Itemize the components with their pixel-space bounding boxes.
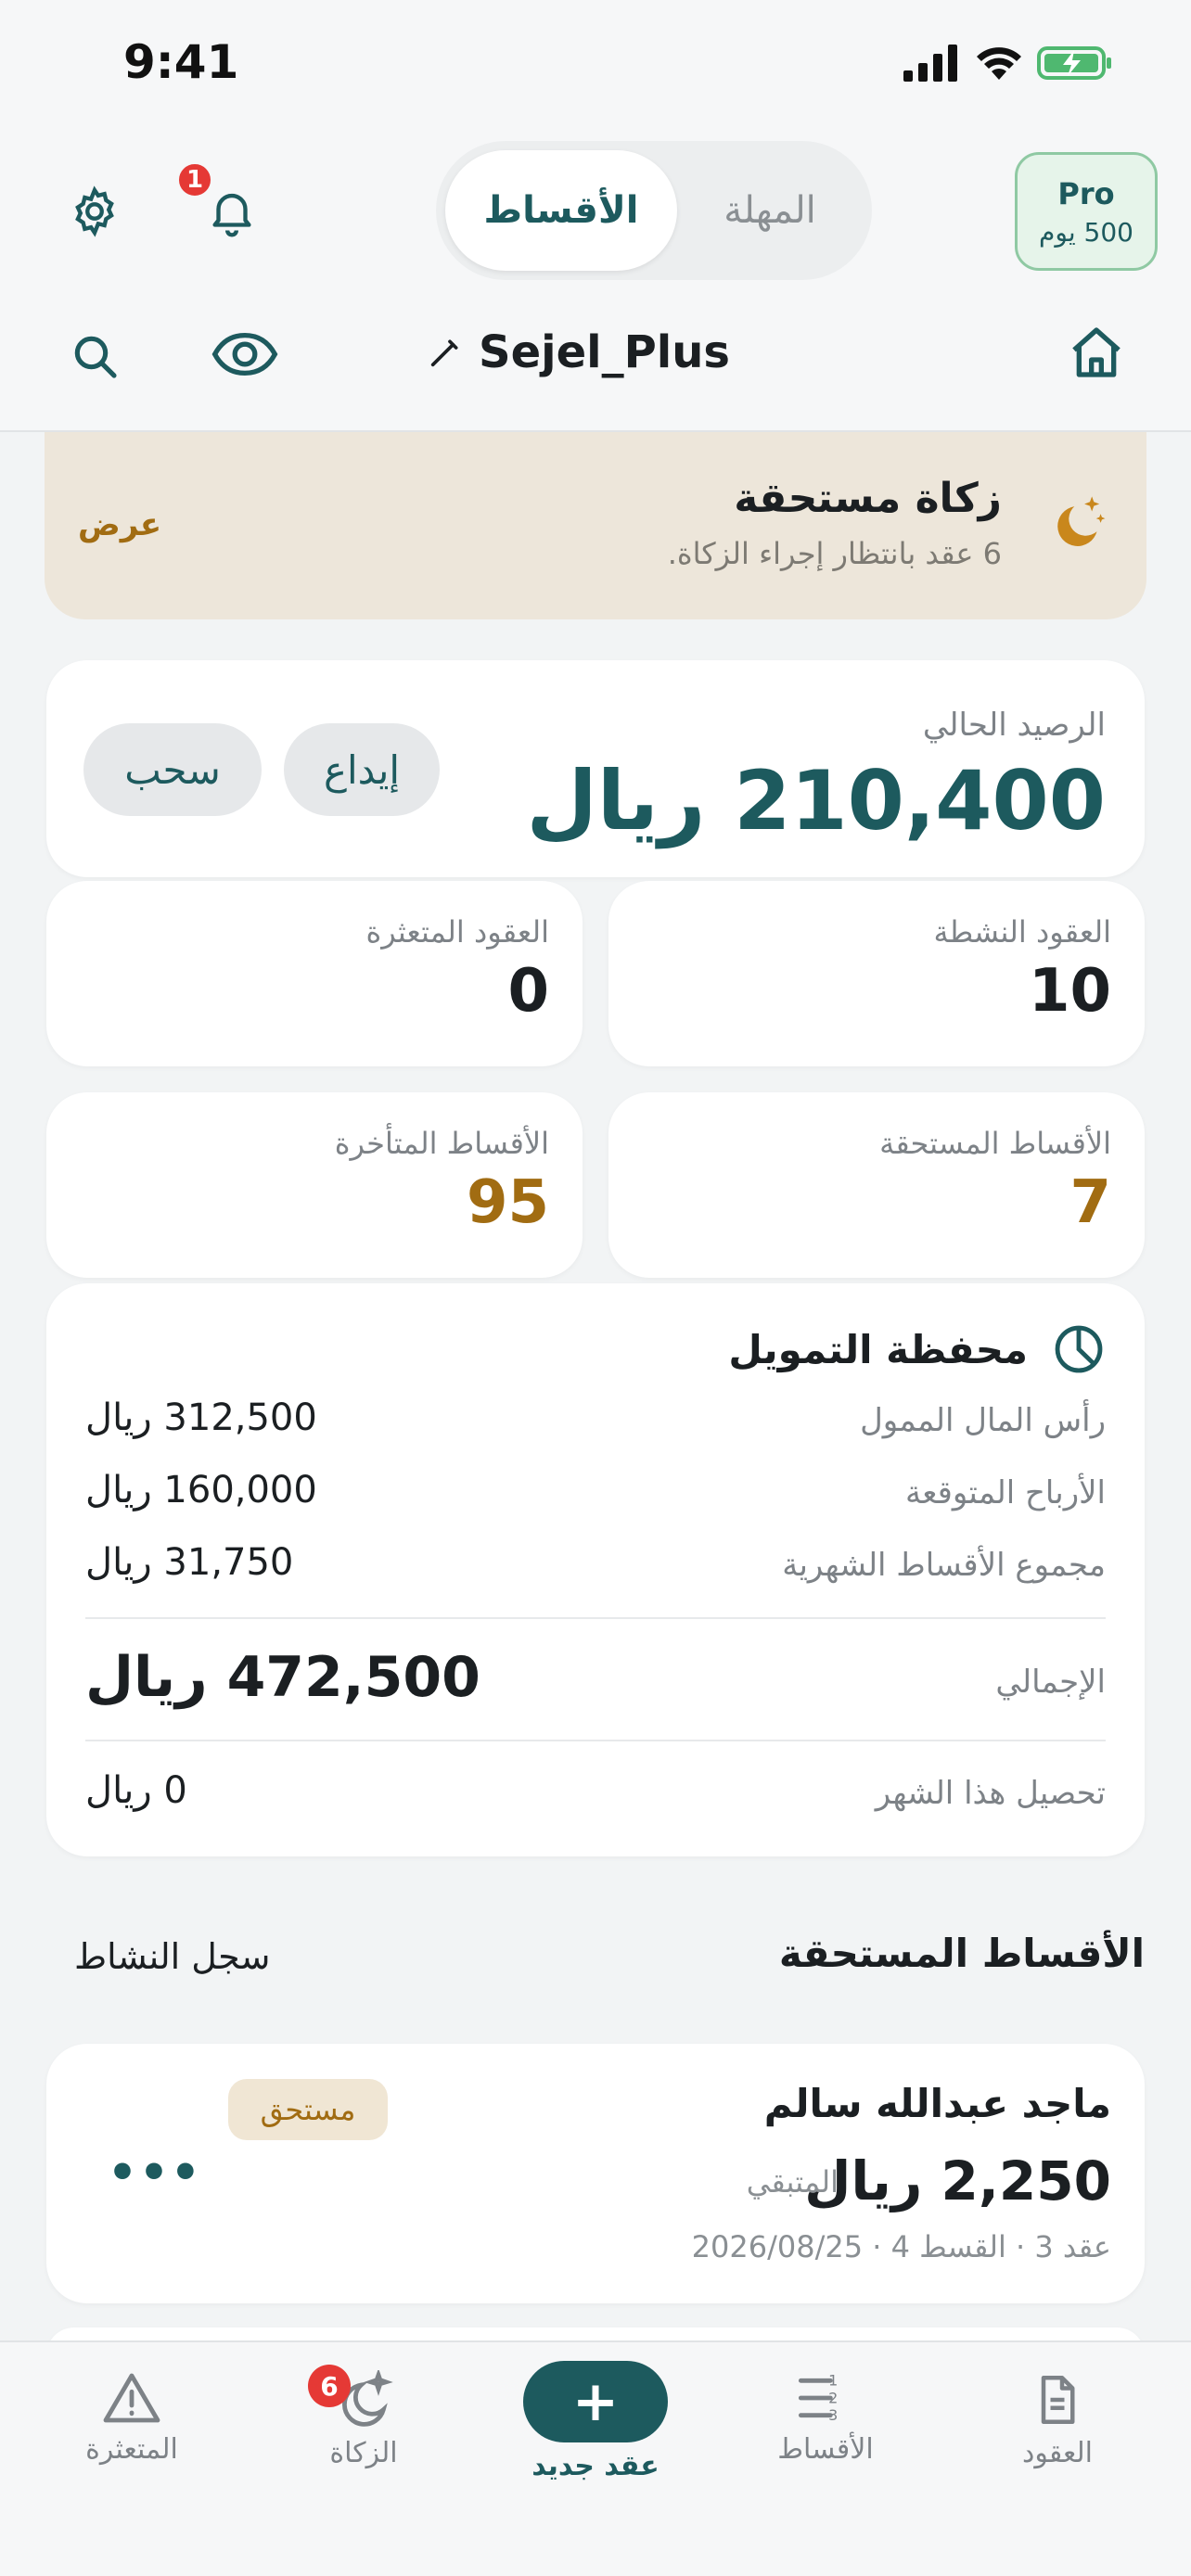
pie-chart-icon xyxy=(1055,1325,1103,1373)
withdraw-button[interactable]: سحب xyxy=(83,723,262,816)
installment-amount: 2,250 ريال xyxy=(804,2149,1111,2213)
tab-new-contract[interactable]: + عقد جديد xyxy=(503,2352,688,2482)
zakat-banner[interactable]: زكاة مستحقة 6 عقد بانتظار إجراء الزكاة. … xyxy=(45,432,1146,619)
portfolio-card: محفظة التمويل رأس المال الممول 312,500 ر… xyxy=(46,1283,1145,1856)
deposit-button[interactable]: إيداع xyxy=(284,723,440,816)
svg-text:3: 3 xyxy=(828,2406,838,2424)
portfolio-header: محفظة التمويل xyxy=(728,1322,1106,1376)
divider xyxy=(85,1740,1106,1741)
mode-switch: الأقساط المهلة xyxy=(436,141,872,280)
status-badge: مستحق xyxy=(228,2079,388,2140)
status-time: 9:41 xyxy=(123,35,239,89)
late-installments-value: 95 xyxy=(466,1168,549,1237)
installment-meta: عقد 3 · القسط 4 · 2026/08/25 xyxy=(691,2229,1111,2264)
notification-badge: 1 xyxy=(176,161,213,198)
signal-icon xyxy=(903,45,957,82)
plus-icon[interactable]: + xyxy=(523,2361,668,2442)
due-installments-card[interactable]: الأقساط المستحقة 7 xyxy=(608,1092,1145,1278)
home-button[interactable] xyxy=(1065,321,1128,384)
monthly-installments-label: مجموع الأقساط الشهرية xyxy=(782,1547,1106,1584)
more-options-button[interactable]: ••• xyxy=(108,2146,202,2200)
notifications-button[interactable] xyxy=(202,182,262,241)
due-installments-value: 7 xyxy=(1069,1168,1111,1237)
month-collection-label: تحصيل هذا الشهر xyxy=(875,1775,1106,1812)
tab-grace[interactable]: المهلة xyxy=(677,150,863,271)
search-icon xyxy=(74,336,117,378)
remaining-label: المتبقي xyxy=(746,2164,839,2200)
gear-icon xyxy=(75,185,114,237)
tab-bar: العقود 1 2 3 الأقساط + عقد جديد الزكاة 6… xyxy=(0,2340,1191,2576)
warning-icon xyxy=(103,2373,160,2423)
client-name: ماجد عبدالله سالم xyxy=(763,2081,1111,2126)
tab-contracts[interactable]: العقود xyxy=(965,2370,1150,2469)
pro-days: 500 يوم xyxy=(1039,216,1133,248)
moon-star-icon xyxy=(1057,496,1106,546)
monthly-installments-value: 31,750 ريال xyxy=(85,1541,294,1584)
settings-button[interactable] xyxy=(65,182,124,241)
funded-capital-label: رأس المال الممول xyxy=(860,1402,1106,1439)
svg-text:2: 2 xyxy=(828,2389,838,2406)
late-installments-card[interactable]: الأقساط المتأخرة 95 xyxy=(46,1092,583,1278)
total-label: الإجمالي xyxy=(995,1664,1106,1701)
svg-text:1: 1 xyxy=(828,2372,838,2390)
eye-icon xyxy=(211,332,278,376)
portfolio-title: محفظة التمويل xyxy=(728,1326,1028,1372)
home-icon xyxy=(1072,327,1121,377)
due-section-title: الأقساط المستحقة xyxy=(778,1931,1145,1976)
wifi-icon xyxy=(977,47,1021,80)
bell-icon xyxy=(212,193,251,237)
tab-defaulted-label: المتعثرة xyxy=(85,2433,178,2466)
tab-zakat-label: الزكاة xyxy=(329,2437,398,2469)
tab-installments-nav[interactable]: 1 2 3 الأقساط xyxy=(733,2370,918,2466)
tab-new-contract-label: عقد جديد xyxy=(531,2450,660,2482)
pro-badge[interactable]: Pro 500 يوم xyxy=(1015,152,1158,271)
active-contracts-label: العقود النشطة xyxy=(933,914,1111,950)
toggle-visibility-button[interactable] xyxy=(210,325,280,384)
zakat-subtitle: 6 عقد بانتظار إجراء الزكاة. xyxy=(667,536,1002,571)
pro-title: Pro xyxy=(1057,175,1115,211)
divider xyxy=(85,1617,1106,1619)
tab-contracts-label: العقود xyxy=(1022,2437,1093,2469)
balance-card: الرصيد الحالي 210,400 ريال إيداع سحب xyxy=(46,660,1145,877)
username-edit[interactable]: Sejel_Plus xyxy=(427,326,730,378)
tab-installments[interactable]: الأقساط xyxy=(445,150,677,271)
tab-zakat[interactable]: الزكاة xyxy=(271,2370,456,2469)
funded-capital-value: 312,500 ريال xyxy=(85,1396,317,1439)
due-installments-label: الأقساط المستحقة xyxy=(879,1126,1111,1161)
zakat-badge: 6 xyxy=(308,2365,351,2407)
tab-defaulted[interactable]: المتعثرة xyxy=(39,2370,224,2466)
defaulted-contracts-value: 0 xyxy=(507,957,549,1026)
balance-amount: 210,400 ريال xyxy=(526,753,1106,848)
numbered-list-icon: 1 2 3 xyxy=(798,2372,838,2424)
active-contracts-card[interactable]: العقود النشطة 10 xyxy=(608,881,1145,1066)
username: Sejel_Plus xyxy=(479,326,730,378)
zakat-view-link[interactable]: عرض xyxy=(78,506,161,543)
late-installments-label: الأقساط المتأخرة xyxy=(334,1126,549,1161)
expected-profit-value: 160,000 ريال xyxy=(85,1469,317,1511)
tab-installments-label: الأقساط xyxy=(777,2433,874,2466)
search-button[interactable] xyxy=(65,326,124,386)
battery-icon xyxy=(1037,46,1111,80)
zakat-title: زكاة مستحقة xyxy=(734,475,1002,522)
balance-label: الرصيد الحالي xyxy=(922,707,1106,744)
activity-log-link[interactable]: سجل النشاط xyxy=(74,1936,270,1977)
due-installment-card[interactable]: ماجد عبدالله سالم 2,250 ريال المتبقي عقد… xyxy=(46,2044,1145,2303)
document-icon xyxy=(1041,2376,1075,2424)
month-collection-value: 0 ريال xyxy=(85,1769,187,1812)
status-icons xyxy=(903,45,1113,82)
active-contracts-value: 10 xyxy=(1028,957,1111,1026)
defaulted-contracts-label: العقود المتعثرة xyxy=(365,914,549,950)
expected-profit-label: الأرباح المتوقعة xyxy=(904,1474,1106,1511)
defaulted-contracts-card[interactable]: العقود المتعثرة 0 xyxy=(46,881,583,1066)
total-value: 472,500 ريال xyxy=(85,1645,480,1710)
pencil-icon xyxy=(430,339,458,367)
